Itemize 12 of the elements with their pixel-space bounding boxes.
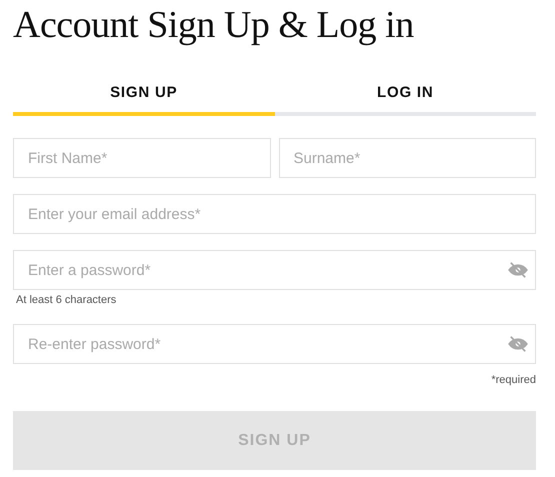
tab[interactable]: LOG IN: [274, 78, 536, 116]
input-field[interactable]: First Name*: [13, 138, 270, 178]
page-title: Account Sign Up & Log in: [13, 3, 415, 48]
eye-slash-icon[interactable]: [508, 262, 528, 278]
eye-slash-icon[interactable]: [508, 336, 528, 352]
password-field[interactable]: Enter a password*: [13, 250, 536, 290]
input-field[interactable]: Surname*: [278, 138, 536, 178]
required-note: *required: [491, 374, 536, 386]
tab[interactable]: SIGN UP: [13, 78, 274, 116]
hint-text: At least 6 characters: [16, 294, 116, 307]
password-field[interactable]: Re-enter password*: [13, 324, 536, 364]
input-field[interactable]: Enter your email address*: [13, 194, 536, 234]
